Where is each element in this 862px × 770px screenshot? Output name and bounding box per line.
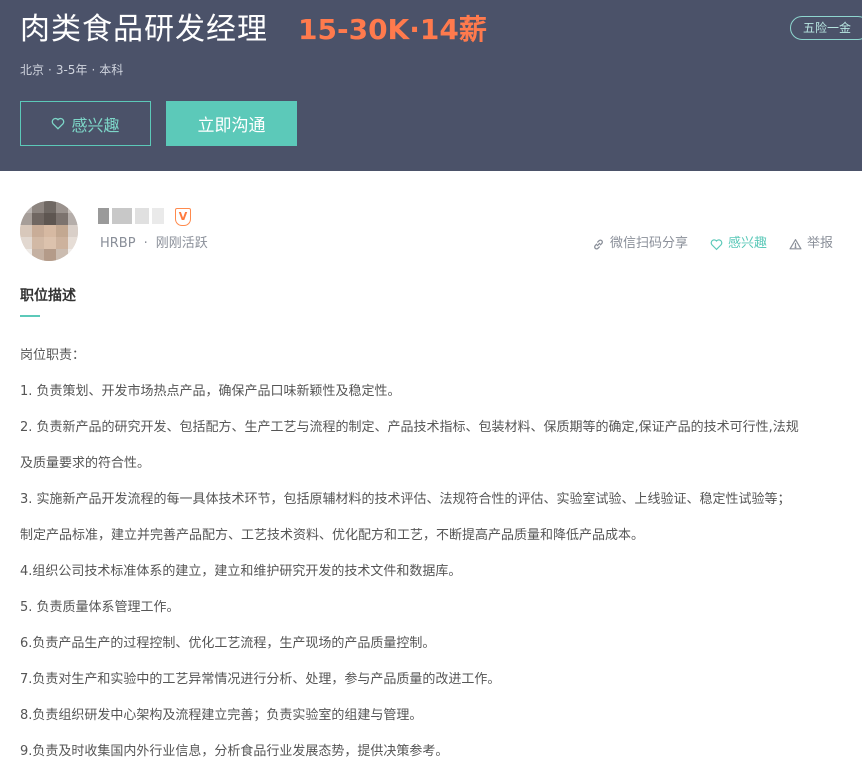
job-city: 北京 — [20, 63, 45, 77]
share-wechat-button[interactable]: 微信扫码分享 — [592, 235, 688, 253]
description-line: 4.组织公司技术标准体系的建立，建立和维护研究开发的技术文件和数据库。 — [20, 564, 462, 579]
avatar[interactable] — [20, 201, 78, 261]
recruiter-meta: HRBP · 刚刚活跃 — [100, 235, 208, 253]
interest-action[interactable]: 感兴趣 — [710, 235, 767, 253]
verified-badge-icon: V — [175, 208, 191, 226]
description-line: 8.负责组织研发中心架构及流程建立完善；负责实验室的组建与管理。 — [20, 708, 423, 723]
meta-dot: · — [91, 63, 96, 77]
job-actions: 微信扫码分享 感兴趣 举报 — [592, 235, 833, 253]
recruiter-name-redacted — [98, 208, 164, 226]
heart-icon — [52, 117, 65, 130]
link-icon — [594, 239, 603, 249]
warning-icon — [789, 238, 802, 249]
section-underline — [20, 315, 40, 317]
interest-button[interactable]: 感兴趣 — [20, 101, 151, 146]
salary: 15-30K·14薪 — [298, 13, 487, 46]
recruiter-status: 刚刚活跃 — [155, 236, 208, 251]
description-line: 7.负责对生产和实验中的工艺异常情况进行分析、处理，参与产品质量的改进工作。 — [20, 672, 501, 687]
description-line: 9.负责及时收集国内外行业信息，分析食品行业发展态势，提供决策参考。 — [20, 744, 449, 759]
job-description: 岗位职责： 1. 负责策划、开发市场热点产品，确保产品口味新颖性及稳定性。 2.… — [20, 338, 862, 770]
job-meta: 北京 · 3-5年 · 本科 — [20, 60, 123, 80]
description-line: 及质量要求的符合性。 — [20, 456, 151, 471]
description-line: 6.负责产品生产的过程控制、优化工艺流程，生产现场的产品质量控制。 — [20, 636, 436, 651]
job-education: 本科 — [99, 63, 124, 77]
job-header-banner: 肉类食品研发经理 15-30K·14薪 五险一金 北京 · 3-5年 · 本科 感兴趣 … — [0, 0, 862, 171]
meta-dot: · — [143, 236, 148, 251]
description-line: 制定产品标准，建立并完善产品配方、工艺技术资料、优化配方和工艺，不断提高产品质量… — [20, 528, 645, 543]
chat-now-button[interactable]: 立即沟通 — [166, 101, 297, 146]
section-title: 职位描述 — [20, 288, 76, 304]
description-line: 2. 负责新产品的研究开发、包括配方、生产工艺与流程的制定、产品技术指标、包装材… — [20, 420, 799, 435]
meta-dot: · — [48, 63, 52, 77]
report-button[interactable]: 举报 — [789, 235, 833, 253]
description-line: 1. 负责策划、开发市场热点产品，确保产品口味新颖性及稳定性。 — [20, 384, 401, 399]
job-experience: 3-5年 — [55, 63, 88, 77]
interest-label: 感兴趣 — [728, 236, 768, 251]
heart-icon — [710, 238, 723, 250]
welfare-tag: 五险一金 — [790, 16, 862, 40]
description-line: 5. 负责质量体系管理工作。 — [20, 600, 180, 615]
recruiter-title: HRBP — [100, 236, 136, 251]
share-label: 微信扫码分享 — [610, 236, 689, 251]
interest-button-label: 感兴趣 — [71, 115, 120, 135]
description-line: 岗位职责： — [20, 348, 86, 363]
job-title: 肉类食品研发经理 — [20, 12, 268, 47]
description-line: 3. 实施新产品开发流程的每一具体技术环节，包括原辅材料的技术评估、法规符合性的… — [20, 492, 791, 507]
report-label: 举报 — [807, 236, 834, 251]
